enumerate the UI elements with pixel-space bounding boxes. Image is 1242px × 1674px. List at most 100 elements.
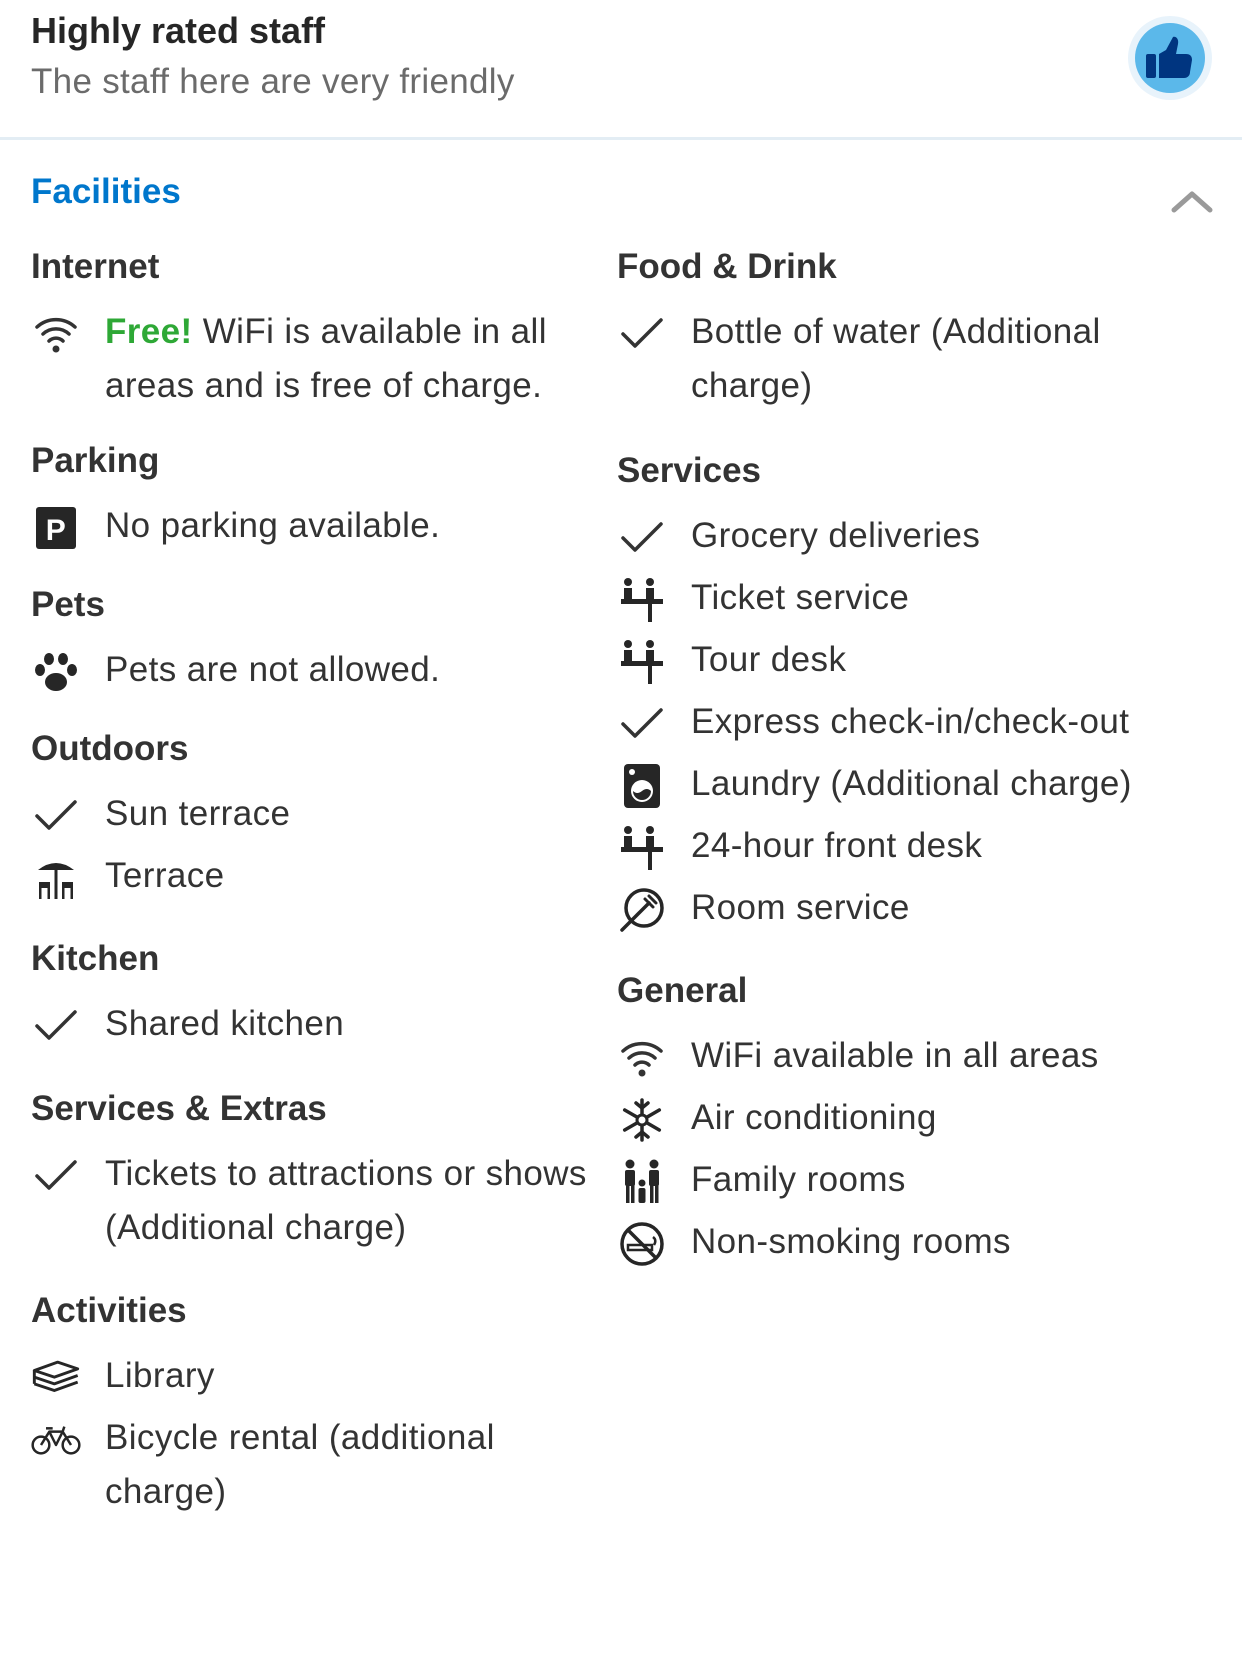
facility-item: Grocery deliveries: [617, 509, 1177, 563]
facility-item: Bottle of water (Additional charge): [617, 305, 1177, 413]
facility-category: Services Grocery deliveries Ticket service…: [617, 449, 1177, 935]
thumbs-up-icon: [1144, 34, 1196, 82]
facility-category-title: Outdoors: [31, 729, 189, 768]
facility-category-title: Services: [617, 451, 762, 490]
facility-list: Free! WiFi is available in all areas and…: [31, 305, 591, 413]
facility-list: Pets are not allowed.: [31, 643, 591, 697]
facility-item: Non-smoking rooms: [617, 1215, 1177, 1269]
facility-list: WiFi available in all areas Air condition…: [617, 1029, 1177, 1269]
facility-category: Activities Library Bicycle rental (additio…: [31, 1289, 591, 1519]
facility-item-text: No parking available.: [105, 506, 441, 545]
facility-category: Services & Extras Tickets to attractions …: [31, 1087, 591, 1255]
check-icon: [31, 1005, 81, 1047]
facility-category-title: Activities: [31, 1291, 187, 1330]
facility-item: Pets are not allowed.: [31, 643, 591, 697]
wifi-icon: [31, 313, 81, 355]
facility-item-text: Shared kitchen: [105, 1004, 345, 1043]
reception-icon: [617, 826, 667, 870]
no-smoking-icon: [617, 1222, 667, 1266]
facility-category: General WiFi available in all areas Air co…: [617, 969, 1177, 1269]
check-icon: [617, 703, 667, 745]
facilities-left-column: Internet Free! WiFi is available in all a…: [31, 245, 591, 1527]
facility-list: P No parking available.: [31, 499, 591, 553]
facility-category-title: Internet: [31, 247, 160, 286]
facility-category: Kitchen Shared kitchen: [31, 937, 591, 1051]
facility-item-text: Express check-in/check-out: [691, 702, 1130, 741]
facility-list: Library Bicycle rental (additional charge…: [31, 1349, 591, 1519]
facility-item-text: Laundry (Additional charge): [691, 764, 1132, 803]
room-service-icon: [617, 888, 667, 932]
facility-category-title: Services & Extras: [31, 1089, 327, 1128]
facility-list: Bottle of water (Additional charge): [617, 305, 1177, 413]
facilities-title[interactable]: Facilities: [31, 172, 181, 212]
facility-category-title: General: [617, 971, 748, 1010]
facility-item-text: WiFi available in all areas: [691, 1036, 1099, 1075]
check-icon: [31, 795, 81, 837]
free-badge-text: Free!: [105, 312, 193, 351]
facility-item-text: Tickets to attractions or shows (Additio…: [105, 1154, 587, 1247]
facility-item: Room service: [617, 881, 1177, 935]
facility-item-text: 24-hour front desk: [691, 826, 983, 865]
facility-category: Parking P No parking available.: [31, 439, 591, 553]
facility-item: Bicycle rental (additional charge): [31, 1411, 591, 1519]
collapse-toggle[interactable]: [1170, 186, 1214, 216]
books-icon: [31, 1357, 81, 1399]
review-highlight-subtitle: The staff here are very friendly: [31, 62, 515, 101]
facility-item: WiFi available in all areas: [617, 1029, 1177, 1083]
facility-item-text: Tour desk: [691, 640, 847, 679]
facility-item-text: Library: [105, 1356, 215, 1395]
terrace-icon: [31, 857, 81, 899]
facility-item-text: Bicycle rental (additional charge): [105, 1418, 495, 1511]
reception-icon: [617, 640, 667, 684]
snowflake-icon: [617, 1098, 667, 1142]
paw-icon: [31, 651, 81, 693]
family-icon: [617, 1159, 667, 1203]
facility-item: Tour desk: [617, 633, 1177, 687]
facility-category: Food & Drink Bottle of water (Additional …: [617, 245, 1177, 413]
check-icon: [31, 1155, 81, 1197]
facility-item: Shared kitchen: [31, 997, 591, 1051]
parking-icon: P: [31, 507, 81, 549]
facility-item-text: Ticket service: [691, 578, 910, 617]
check-icon: [617, 313, 667, 355]
facility-item-text: Terrace: [105, 856, 225, 895]
facility-item: Express check-in/check-out: [617, 695, 1177, 749]
facility-list: Grocery deliveries Ticket service Tour des…: [617, 509, 1177, 935]
facility-item: 24-hour front desk: [617, 819, 1177, 873]
facility-list: Sun terrace Terrace: [31, 787, 591, 903]
reception-icon: [617, 578, 667, 622]
facility-item: Air conditioning: [617, 1091, 1177, 1145]
header-divider: [0, 137, 1242, 140]
facility-item: Terrace: [31, 849, 591, 903]
facility-category-title: Parking: [31, 441, 160, 480]
facility-category: Pets Pets are not allowed.: [31, 583, 591, 697]
facility-item-text: Sun terrace: [105, 794, 291, 833]
facility-item: Library: [31, 1349, 591, 1403]
facility-item-text: Air conditioning: [691, 1098, 937, 1137]
facility-item: Tickets to attractions or shows (Additio…: [31, 1147, 591, 1255]
facility-item-text: Room service: [691, 888, 910, 927]
facility-item-text: Family rooms: [691, 1160, 906, 1199]
chevron-up-icon: [1170, 186, 1214, 216]
facility-category-title: Pets: [31, 585, 105, 624]
check-icon: [617, 517, 667, 559]
review-highlight-title: Highly rated staff: [31, 10, 326, 51]
svg-text:P: P: [46, 514, 66, 547]
facility-item: Laundry (Additional charge): [617, 757, 1177, 811]
washing-machine-icon: [617, 764, 667, 808]
facility-item: Ticket service: [617, 571, 1177, 625]
facility-item-text: Pets are not allowed.: [105, 650, 441, 689]
facility-list: Shared kitchen: [31, 997, 591, 1051]
facility-item: Family rooms: [617, 1153, 1177, 1207]
facility-item-text: Non-smoking rooms: [691, 1222, 1011, 1261]
facility-category: Internet Free! WiFi is available in all a…: [31, 245, 591, 413]
facility-item-text: Bottle of water (Additional charge): [691, 312, 1101, 405]
thumbs-up-badge: [1128, 16, 1212, 100]
bicycle-icon: [31, 1419, 81, 1461]
facilities-right-column: Food & Drink Bottle of water (Additional …: [617, 245, 1177, 1277]
facility-item: P No parking available.: [31, 499, 591, 553]
facility-list: Tickets to attractions or shows (Additio…: [31, 1147, 591, 1255]
facility-category-title: Food & Drink: [617, 247, 837, 286]
facility-item: Free! WiFi is available in all areas and…: [31, 305, 591, 413]
facility-category: Outdoors Sun terrace Terrace: [31, 727, 591, 903]
